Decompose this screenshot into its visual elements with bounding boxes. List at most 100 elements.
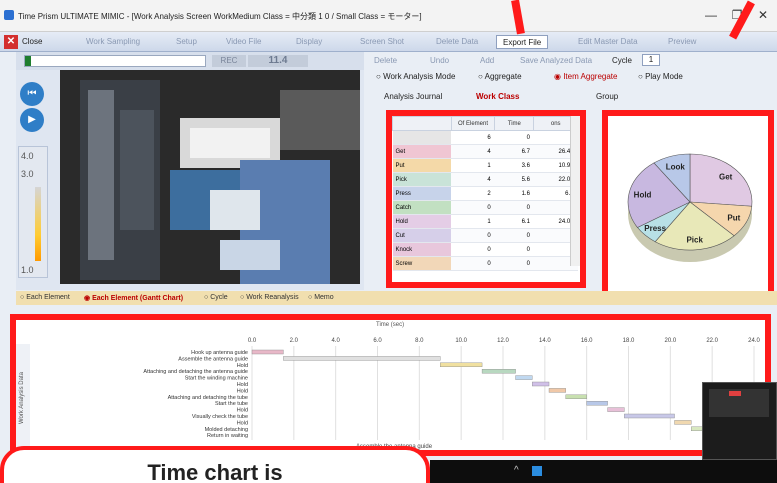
view-cycle[interactable]: ○ Cycle bbox=[204, 294, 228, 301]
close-icon[interactable]: ✕ bbox=[4, 35, 18, 49]
gantt-bar[interactable] bbox=[532, 381, 550, 387]
table-body: 600Get46.726.41Put13.610.99Pick45.622.09… bbox=[392, 130, 578, 271]
table-cell: Knock bbox=[392, 242, 452, 257]
gantt-bar[interactable] bbox=[624, 413, 675, 419]
table-cell: Catch bbox=[392, 200, 452, 215]
table-row[interactable]: Hold 1 6.1 24.05 bbox=[392, 214, 578, 229]
mode-item-aggregate[interactable]: ◉ Item Aggregate bbox=[554, 72, 617, 81]
minimize-button[interactable]: — bbox=[700, 6, 722, 24]
table-cell: 2 bbox=[451, 186, 495, 201]
table-row[interactable]: Screw000 bbox=[392, 256, 578, 271]
table-row[interactable]: Press21.66.6 bbox=[392, 186, 578, 201]
gantt-tick-label: 12.0 bbox=[497, 338, 509, 344]
table-row[interactable]: Pick 4 5.6 22.09 bbox=[392, 172, 578, 187]
mode-work-analysis[interactable]: ○ Work Analysis Mode bbox=[376, 72, 455, 81]
close-button[interactable]: Close bbox=[22, 35, 42, 49]
video-player[interactable] bbox=[60, 70, 360, 284]
timeline-slider[interactable] bbox=[24, 55, 206, 67]
undo-button[interactable]: Undo bbox=[430, 56, 449, 65]
callout-text: Time chart is bbox=[147, 460, 283, 483]
save-analyzed-data-button[interactable]: Save Analyzed Data bbox=[520, 56, 592, 65]
screen-shot-button[interactable]: Screen Shot bbox=[360, 35, 404, 49]
cycle-select[interactable]: 1 bbox=[642, 54, 660, 66]
video-file-button[interactable]: Video File bbox=[226, 35, 261, 49]
pie-slice-label: Get bbox=[719, 173, 733, 182]
display-button[interactable]: Display bbox=[296, 35, 322, 49]
export-file-button[interactable]: Export File bbox=[496, 35, 549, 49]
tab-work-class[interactable]: Work Class bbox=[476, 92, 519, 101]
speed-gauge[interactable] bbox=[35, 187, 41, 261]
table-cell: 1.6 bbox=[494, 186, 534, 201]
gantt-bar[interactable] bbox=[607, 407, 625, 412]
table-cell: 3.6 bbox=[494, 158, 534, 173]
gantt-task-label: Attaching and detaching the antenna guid… bbox=[143, 369, 248, 375]
view-gantt-chart[interactable]: ◉ Each Element (Gantt Chart) bbox=[84, 294, 183, 302]
gantt-bar[interactable] bbox=[674, 420, 692, 425]
gantt-tick-label: 0.0 bbox=[248, 338, 257, 344]
view-label: Memo bbox=[314, 294, 334, 301]
table-cell: Hold bbox=[392, 214, 452, 229]
column-header bbox=[392, 116, 452, 131]
gantt-bar[interactable] bbox=[440, 362, 483, 367]
table-row[interactable]: 600 bbox=[392, 130, 578, 145]
add-button[interactable]: Add bbox=[480, 56, 494, 65]
timeline-marker[interactable] bbox=[25, 56, 31, 66]
tab-group[interactable]: Group bbox=[596, 92, 618, 101]
mode-play[interactable]: ○ Play Mode bbox=[638, 72, 683, 81]
table-cell: 0 bbox=[451, 256, 495, 271]
sub-tabs: Analysis Journal Work Class Group bbox=[370, 90, 777, 106]
table-header-row: Of Element Time ons bbox=[392, 116, 578, 131]
table-row[interactable]: Catch000 bbox=[392, 200, 578, 215]
table-row[interactable]: Knock000 bbox=[392, 242, 578, 257]
table-cell: 0 bbox=[494, 130, 534, 145]
view-work-reanalysis[interactable]: ○ Work Reanalysis bbox=[240, 294, 299, 301]
previous-icon[interactable]: ⏮ bbox=[20, 82, 44, 106]
gantt-tick-label: 24.0 bbox=[748, 338, 760, 344]
table-cell: 0 bbox=[451, 228, 495, 243]
gantt-bar[interactable] bbox=[548, 388, 566, 393]
play-icon[interactable]: ▶ bbox=[20, 108, 44, 132]
speed-top-label: 4.0 bbox=[21, 151, 34, 161]
gantt-tick-label: 2.0 bbox=[290, 338, 299, 344]
view-each-element[interactable]: ○ Each Element bbox=[20, 294, 70, 301]
speed-panel: 4.0 3.0 1.0 bbox=[18, 146, 48, 278]
gantt-task-label: Start the winding machine bbox=[185, 376, 248, 382]
pie-slice-label: Look bbox=[666, 162, 686, 171]
mode-label: Item Aggregate bbox=[563, 72, 618, 81]
setup-button[interactable]: Setup bbox=[176, 35, 197, 49]
table-row[interactable]: Put 1 3.6 10.99 bbox=[392, 158, 578, 173]
mode-aggregate[interactable]: ○ Aggregate bbox=[478, 72, 522, 81]
table-cell: 0 bbox=[494, 200, 534, 215]
gantt-bar[interactable] bbox=[251, 349, 284, 355]
gantt-bar[interactable] bbox=[565, 394, 587, 400]
gantt-chart-pane: Time (sec) Work Analysis Data 0.0 2.0 4.0 6… bbox=[10, 314, 771, 456]
table-cell: 1 bbox=[451, 214, 495, 229]
edit-master-data-button[interactable]: Edit Master Data bbox=[578, 35, 638, 49]
chevron-up-icon[interactable]: ^ bbox=[514, 465, 519, 476]
pie-slice-label: Press bbox=[644, 224, 666, 233]
work-sampling-button[interactable]: Work Sampling bbox=[86, 35, 140, 49]
view-label: Each Element (Gantt Chart) bbox=[92, 295, 184, 302]
table-cell: 0 bbox=[494, 242, 534, 257]
view-memo[interactable]: ○ Memo bbox=[308, 294, 334, 301]
gantt-tick-label: 16.0 bbox=[581, 338, 593, 344]
gantt-tick-label: 10.0 bbox=[455, 338, 467, 344]
gantt-bar[interactable] bbox=[515, 375, 533, 380]
table-row[interactable]: Get 4 6.7 26.41 bbox=[392, 144, 578, 159]
delete-button[interactable]: Delete bbox=[374, 56, 397, 65]
close-window-button[interactable]: ✕ bbox=[752, 6, 774, 24]
view-label: Each Element bbox=[26, 294, 70, 301]
gantt-bar[interactable] bbox=[481, 369, 516, 374]
mode-selector: ○ Work Analysis Mode ○ Aggregate ◉ Item … bbox=[370, 70, 777, 86]
delete-data-button[interactable]: Delete Data bbox=[436, 35, 478, 49]
video-frame bbox=[60, 70, 360, 284]
gantt-bar[interactable] bbox=[586, 400, 608, 406]
preview-button[interactable]: Preview bbox=[668, 35, 696, 49]
table-scrollbar[interactable] bbox=[570, 116, 580, 266]
gantt-bar[interactable] bbox=[283, 356, 441, 361]
preview-thumbnail[interactable] bbox=[702, 382, 777, 460]
app-taskbar-icon[interactable] bbox=[532, 466, 542, 476]
app-icon bbox=[4, 10, 14, 20]
tab-analysis-journal[interactable]: Analysis Journal bbox=[384, 92, 442, 101]
table-row[interactable]: Cut000 bbox=[392, 228, 578, 243]
